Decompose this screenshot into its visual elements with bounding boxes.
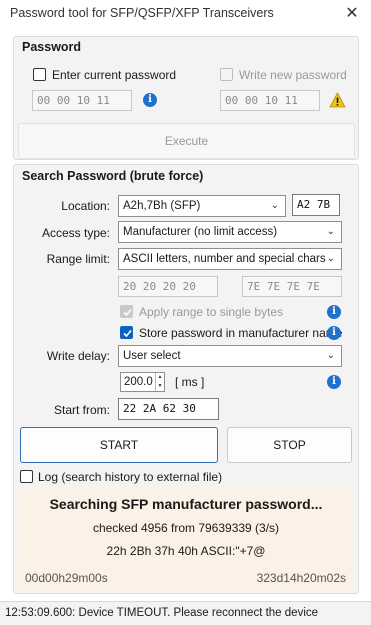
write-delay-value: User select xyxy=(123,350,181,362)
chevron-down-icon: ⌄ xyxy=(270,200,279,211)
remaining-time: 323d14h20m02s xyxy=(256,571,346,585)
start-button[interactable]: START xyxy=(20,427,218,463)
progress-current-value: 22h 2Bh 37h 40h ASCII:"+7@ xyxy=(106,544,266,558)
password-group-title: Password xyxy=(22,40,82,54)
info-icon[interactable]: i xyxy=(327,375,341,389)
location-hex-field[interactable]: A2 7B xyxy=(292,194,340,216)
write-delay-spinbox[interactable]: 200.0 ▲ ▼ xyxy=(120,372,165,392)
stop-button[interactable]: STOP xyxy=(227,427,352,463)
location-select[interactable]: A2h,7Bh (SFP) ⌄ xyxy=(118,195,286,217)
window-title: Password tool for SFP/QSFP/XFP Transceiv… xyxy=(10,6,274,20)
log-checkbox[interactable] xyxy=(20,470,33,483)
info-icon[interactable]: i xyxy=(327,305,341,319)
range-to-hex-field[interactable]: 7E 7E 7E 7E xyxy=(242,276,342,297)
chevron-down-icon: ⌄ xyxy=(326,226,335,237)
close-button[interactable]: ✕ xyxy=(341,3,363,25)
progress-headline: Searching SFP manufacturer password... xyxy=(49,496,323,512)
write-new-password-checkbox[interactable] xyxy=(220,68,233,81)
apply-range-label: Apply range to single bytes xyxy=(139,305,284,319)
current-password-hex-field[interactable]: 00 00 10 11 xyxy=(32,90,132,111)
store-password-checkbox[interactable] xyxy=(120,326,133,339)
access-type-select[interactable]: Manufacturer (no limit access) ⌄ xyxy=(118,221,342,243)
progress-checked-count: checked 4956 from 79639339 (3/s) xyxy=(92,521,280,535)
write-new-password-label: Write new password xyxy=(239,68,347,82)
write-delay-select[interactable]: User select ⌄ xyxy=(118,345,342,367)
elapsed-time: 00d00h29m00s xyxy=(25,571,108,585)
chevron-down-icon: ⌄ xyxy=(326,350,335,361)
execute-button[interactable]: Execute xyxy=(18,123,355,159)
enter-current-password-checkbox[interactable] xyxy=(33,68,46,81)
log-label: Log (search history to external file) xyxy=(38,470,223,484)
status-bar: 12:53:09.600: Device TIMEOUT. Please rec… xyxy=(0,601,371,625)
new-password-hex-field[interactable]: 00 00 10 11 xyxy=(220,90,320,111)
write-delay-amount: 200.0 xyxy=(124,376,153,388)
search-group-title: Search Password (brute force) xyxy=(22,169,204,183)
range-limit-select[interactable]: ASCII letters, number and special chars … xyxy=(118,248,342,270)
location-select-value: A2h,7Bh (SFP) xyxy=(123,200,201,212)
store-password-label: Store password in manufacturer name xyxy=(139,326,343,340)
location-label: Location: xyxy=(61,199,110,213)
apply-range-checkbox[interactable] xyxy=(120,305,133,318)
access-type-value: Manufacturer (no limit access) xyxy=(123,226,278,238)
info-icon[interactable]: i xyxy=(327,326,341,340)
status-message: 12:53:09.600: Device TIMEOUT. Please rec… xyxy=(5,607,319,619)
access-type-label: Access type: xyxy=(41,226,110,240)
write-delay-unit: [ ms ] xyxy=(175,375,205,389)
start-from-label: Start from: xyxy=(53,403,110,417)
warning-icon xyxy=(329,92,346,108)
info-icon[interactable]: i xyxy=(143,93,157,107)
spin-arrows-icon[interactable]: ▲ ▼ xyxy=(155,373,164,391)
write-delay-label: Write delay: xyxy=(46,349,110,363)
range-from-hex-field[interactable]: 20 20 20 20 xyxy=(118,276,218,297)
range-limit-label: Range limit: xyxy=(46,252,110,266)
start-from-hex-field[interactable]: 22 2A 62 30 xyxy=(118,398,219,420)
chevron-down-icon: ⌄ xyxy=(326,253,335,264)
enter-current-password-label: Enter current password xyxy=(52,68,177,82)
range-limit-value: ASCII letters, number and special chars xyxy=(123,253,326,265)
